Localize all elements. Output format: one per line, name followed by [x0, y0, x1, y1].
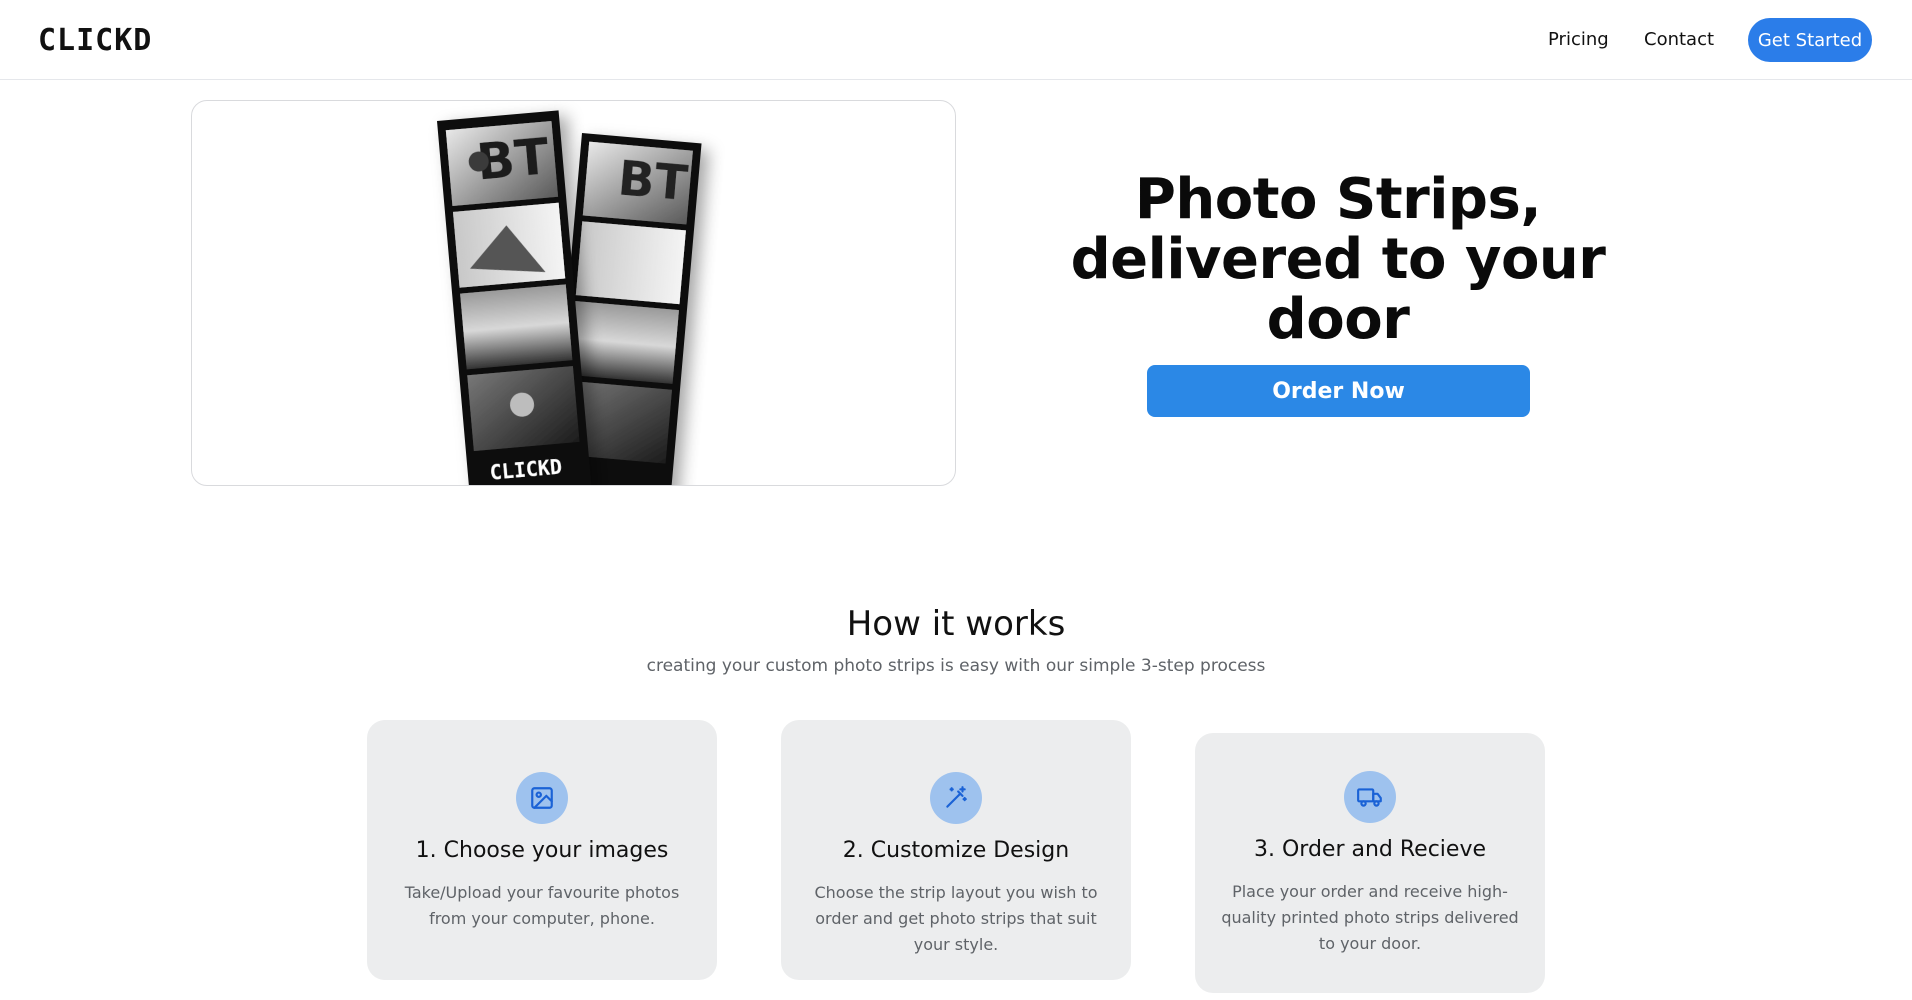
step-card-customize-design: 2. Customize Design Choose the strip lay…	[781, 720, 1131, 980]
hero-title: Photo Strips, delivered to your door	[1070, 167, 1606, 352]
image-icon	[516, 772, 568, 824]
order-now-button[interactable]: Order Now	[1147, 365, 1530, 417]
nav-pricing-link[interactable]: Pricing	[1548, 29, 1609, 50]
svg-text:CLICKD: CLICKD	[38, 23, 152, 58]
top-navbar: CLICKD Pricing Contact Get Started	[0, 0, 1912, 80]
step-title: 3. Order and Recieve	[1253, 837, 1486, 862]
get-started-button[interactable]: Get Started	[1748, 18, 1872, 62]
step-card-choose-images: 1. Choose your images Take/Upload your f…	[367, 720, 717, 980]
how-it-works-subtitle-wrap: creating your custom photo strips is eas…	[0, 656, 1912, 676]
clickd-logo[interactable]: CLICKD	[38, 22, 168, 58]
step-title: 2. Customize Design	[842, 838, 1070, 863]
step-description: Choose the strip layout you wish to orde…	[814, 883, 1098, 954]
magic-wand-icon	[930, 772, 982, 824]
truck-icon	[1344, 771, 1396, 823]
step-card-order-receive: 3. Order and Recieve Place your order an…	[1195, 733, 1545, 993]
step-description: Take/Upload your favourite photos from y…	[404, 883, 680, 928]
step-description: Place your order and receive high-qualit…	[1221, 882, 1519, 953]
how-it-works-subtitle: creating your custom photo strips is eas…	[646, 656, 1266, 676]
photo-strips-image: BT BT CLICKD	[437, 110, 702, 485]
nav-contact-link[interactable]: Contact	[1644, 29, 1714, 50]
svg-text:BT: BT	[616, 150, 690, 212]
hero-image-card: BT BT CLICKD	[191, 100, 956, 486]
step-title: 1. Choose your images	[415, 838, 669, 863]
how-it-works-title: How it works	[846, 604, 1066, 644]
